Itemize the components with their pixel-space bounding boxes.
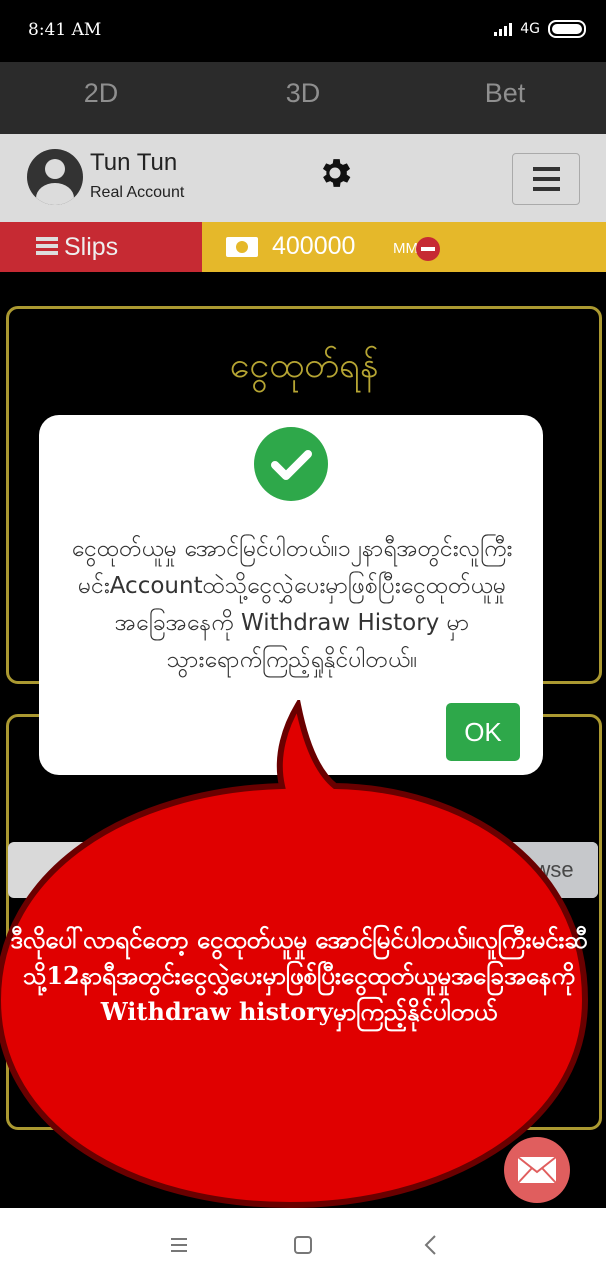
top-nav: 2D 3D Bet [0, 62, 606, 134]
list-icon [36, 237, 58, 257]
tab-3d[interactable]: 3D [202, 62, 404, 134]
gear-icon[interactable] [316, 154, 354, 192]
mail-button[interactable] [504, 1137, 570, 1203]
signal-icon [494, 22, 513, 36]
dialog-message: ငွေထုတ်ယူမှု အောင်မြင်ပါတယ်။၁၂နာရီအတွင်း… [71, 536, 513, 673]
status-bar: 8:41 AM 4G [0, 0, 606, 62]
slips-button[interactable]: Slips [0, 222, 202, 272]
status-icons: 4G [494, 20, 586, 38]
tab-bet[interactable]: Bet [404, 62, 606, 134]
tab-2d[interactable]: 2D [0, 62, 202, 134]
recents-icon[interactable] [164, 1230, 194, 1260]
envelope-icon [517, 1156, 557, 1184]
battery-icon [548, 20, 586, 38]
status-time: 8:41 AM [28, 20, 102, 40]
minus-circle-icon[interactable] [416, 237, 440, 261]
cash-icon [226, 237, 258, 257]
network-label: 4G [520, 21, 540, 37]
balance-bar: 400000 MMK [202, 222, 606, 272]
check-circle-icon [254, 427, 328, 501]
account-type: Real Account [90, 184, 185, 201]
callout-text: ဒီလိုပေါ်လာရင်တော့ ငွေထုတ်ယူမှု အောင်မြင… [10, 925, 588, 1026]
home-icon[interactable] [288, 1230, 318, 1260]
user-bar: Tun Tun Real Account [0, 134, 606, 222]
hamburger-menu-button[interactable] [512, 153, 580, 205]
avatar[interactable] [27, 149, 83, 205]
user-name: Tun Tun [90, 149, 178, 176]
back-icon[interactable] [416, 1230, 446, 1260]
balance-amount: 400000 [272, 232, 356, 260]
system-nav-bar [0, 1208, 606, 1280]
slips-label: Slips [64, 233, 119, 261]
